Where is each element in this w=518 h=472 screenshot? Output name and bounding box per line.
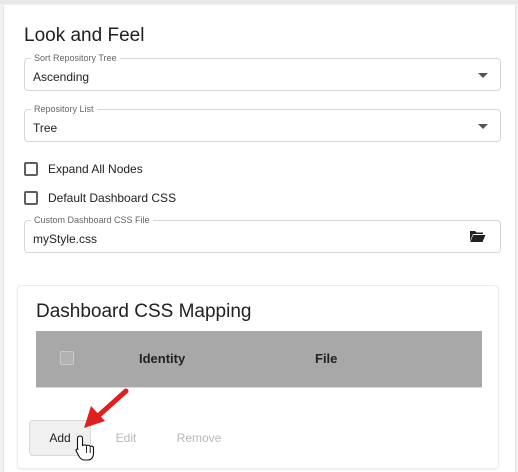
repository-list-select[interactable]: Repository List Tree xyxy=(24,103,501,142)
expand-all-nodes-option[interactable]: Expand All Nodes xyxy=(24,160,143,178)
sort-repository-tree-select[interactable]: Sort Repository Tree Ascending xyxy=(24,52,501,91)
expand-all-nodes-label: Expand All Nodes xyxy=(48,162,143,176)
custom-css-file-label: Custom Dashboard CSS File xyxy=(31,214,153,226)
mapping-grid-header: Identity File xyxy=(36,331,482,387)
expand-all-nodes-checkbox[interactable] xyxy=(24,162,38,176)
column-file[interactable]: File xyxy=(315,351,337,366)
grid-divider xyxy=(36,387,482,388)
select-all-checkbox[interactable] xyxy=(60,351,74,365)
edit-button[interactable]: Edit xyxy=(106,420,146,456)
dashboard-css-mapping-card: Dashboard CSS Mapping Identity File Add … xyxy=(18,286,498,468)
top-strip xyxy=(0,0,518,4)
add-button[interactable]: Add xyxy=(29,420,91,456)
sort-repository-tree-value: Ascending xyxy=(33,70,90,84)
caret-down-icon[interactable] xyxy=(478,73,488,78)
custom-css-file-field[interactable]: Custom Dashboard CSS File myStyle.css xyxy=(24,214,501,253)
repository-list-label: Repository List xyxy=(31,103,97,115)
remove-button[interactable]: Remove xyxy=(168,420,230,456)
sort-repository-tree-label: Sort Repository Tree xyxy=(31,52,120,64)
repository-list-value: Tree xyxy=(33,121,58,135)
section-title: Look and Feel xyxy=(24,25,145,46)
default-dashboard-css-label: Default Dashboard CSS xyxy=(48,191,177,205)
default-dashboard-css-checkbox[interactable] xyxy=(24,191,38,205)
folder-open-icon[interactable] xyxy=(469,229,486,243)
custom-css-file-value: myStyle.css xyxy=(33,232,98,246)
caret-down-icon[interactable] xyxy=(478,124,488,129)
mapping-title: Dashboard CSS Mapping xyxy=(36,301,252,322)
default-dashboard-css-option[interactable]: Default Dashboard CSS xyxy=(24,189,176,207)
column-identity[interactable]: Identity xyxy=(139,351,185,366)
